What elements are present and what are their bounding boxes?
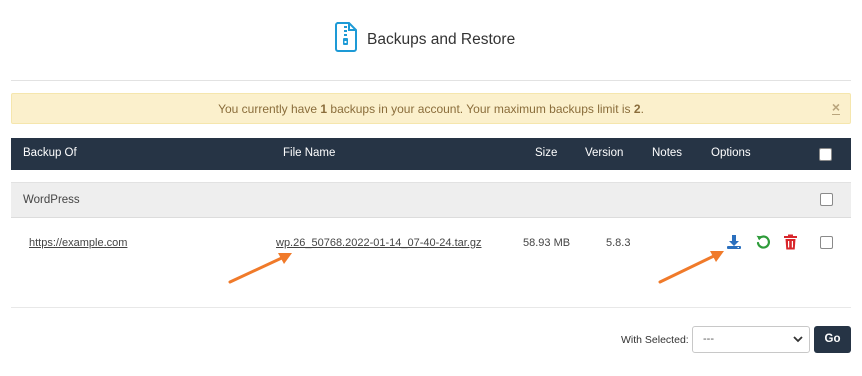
- select-all-checkbox[interactable]: [819, 148, 832, 161]
- bulk-actions: With Selected: --- Go: [0, 326, 862, 354]
- alert-text-3: .: [640, 102, 644, 116]
- alert-text-1: You currently have: [218, 102, 321, 116]
- page-title: Backups and Restore: [367, 30, 516, 48]
- group-select-checkbox[interactable]: [820, 193, 833, 206]
- delete-icon[interactable]: [783, 234, 799, 250]
- download-icon[interactable]: [726, 234, 742, 250]
- file-name-link[interactable]: wp.26_50768.2022-01-14_07-40-24.tar.gz: [276, 237, 482, 249]
- zip-file-icon: [334, 22, 358, 57]
- backup-limit: 2: [633, 102, 641, 116]
- col-options: Options: [711, 147, 751, 159]
- col-file-name: File Name: [283, 147, 336, 159]
- backup-of-link[interactable]: https://example.com: [29, 237, 127, 249]
- restore-icon[interactable]: [755, 234, 771, 250]
- page-title-wrap: Backups and Restore: [334, 22, 515, 57]
- annotation-arrow-file: [228, 253, 292, 284]
- alert-text-2: backups in your account. Your maximum ba…: [327, 102, 634, 116]
- group-label: WordPress: [23, 194, 80, 206]
- bulk-action-select[interactable]: ---: [692, 326, 810, 353]
- size-value: 58.93 MB: [523, 237, 571, 249]
- close-alert-button[interactable]: ×: [831, 100, 840, 115]
- version-value: 5.8.3: [606, 237, 631, 249]
- go-button[interactable]: Go: [814, 326, 851, 353]
- alert-message: You currently have 1 backups in your acc…: [12, 102, 850, 116]
- bulk-action-value: ---: [703, 333, 714, 345]
- col-size: Size: [535, 147, 558, 159]
- with-selected-label: With Selected:: [621, 334, 689, 346]
- backup-limit-alert: You currently have 1 backups in your acc…: [11, 93, 851, 124]
- table-header: Backup Of File Name Size Version Notes O…: [11, 138, 851, 170]
- chevron-down-icon: [793, 334, 803, 347]
- row-select-checkbox[interactable]: [820, 236, 833, 249]
- col-backup-of: Backup Of: [23, 147, 77, 159]
- header-divider: [11, 80, 851, 81]
- col-version: Version: [585, 147, 624, 159]
- col-notes: Notes: [652, 147, 683, 159]
- group-row-wordpress: WordPress: [11, 182, 851, 218]
- page-header: Backups and Restore: [0, 0, 862, 80]
- annotation-arrow-download: [658, 251, 724, 284]
